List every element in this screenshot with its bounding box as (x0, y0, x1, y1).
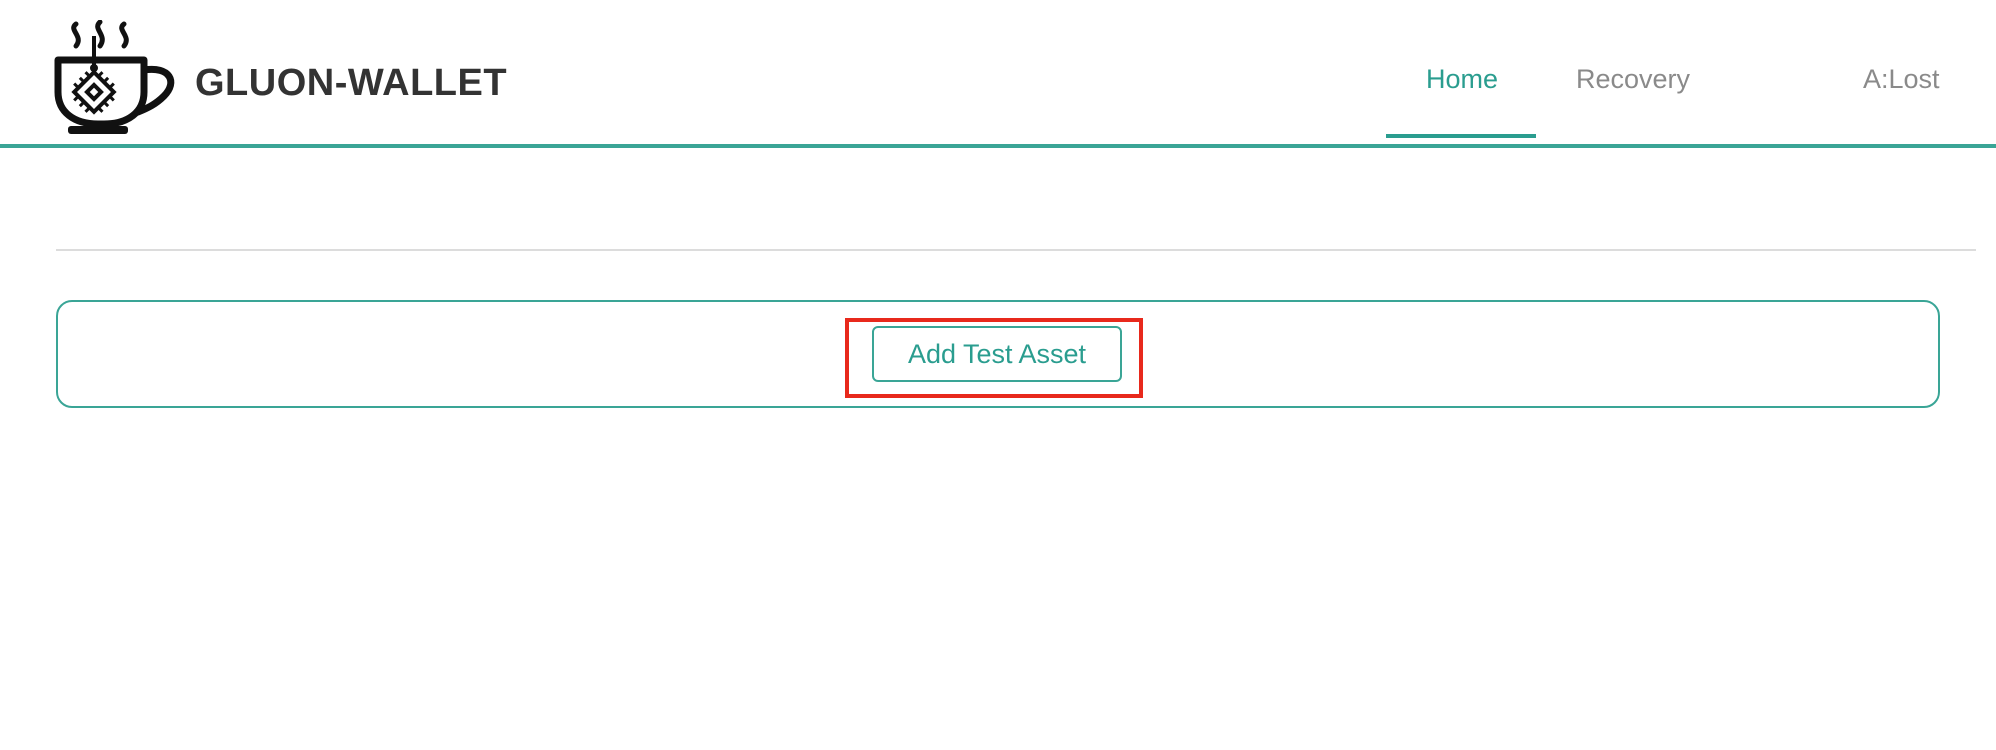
active-tab-indicator (1386, 134, 1536, 138)
account-menu[interactable]: A:Lost (1863, 64, 1940, 95)
header: GLUON-WALLET Home Recovery A:Lost (0, 0, 1996, 148)
coffee-cup-chip-logo-icon (54, 20, 175, 134)
page: GLUON-WALLET Home Recovery A:Lost Add Te… (0, 0, 1996, 750)
tab-recovery[interactable]: Recovery (1576, 64, 1690, 95)
section-divider (56, 249, 1976, 251)
brand-title: GLUON-WALLET (195, 62, 508, 104)
add-test-asset-button[interactable]: Add Test Asset (872, 326, 1122, 382)
tab-home[interactable]: Home (1426, 64, 1498, 95)
